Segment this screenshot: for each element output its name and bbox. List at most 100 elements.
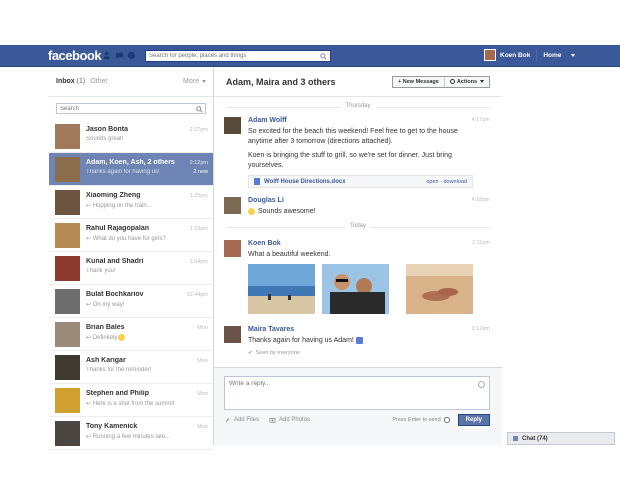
day-separator: Today	[226, 223, 490, 231]
thread-snippet: Thank you!	[86, 268, 116, 274]
sender-avatar[interactable]	[224, 197, 241, 214]
seen-status: ✔ Seen by everyone	[248, 350, 300, 356]
emoticon-icon[interactable]	[478, 381, 485, 388]
reply-input[interactable]	[225, 377, 470, 407]
thread-item[interactable]: Stephen and Philip ↩ Here is a shot from …	[49, 384, 213, 417]
paperclip-icon	[225, 418, 230, 422]
facebook-logo[interactable]: facebook	[48, 48, 102, 63]
add-photos-button[interactable]: Add Photos	[269, 417, 310, 423]
message-text: Sounds awesome!	[248, 207, 470, 217]
enter-to-send-checkbox[interactable]	[443, 417, 450, 423]
thread-name: Stephen and Philip	[86, 390, 150, 397]
message-time: 2:12pm	[471, 326, 490, 332]
thread-item[interactable]: Xiaoming Zheng ↩ Hopping on the train... …	[49, 186, 213, 219]
notification-jewels	[103, 51, 136, 60]
reply-button[interactable]: Reply	[457, 414, 490, 426]
enter-to-send-toggle[interactable]: Press Enter to send	[392, 417, 450, 423]
add-files-button[interactable]: Add Files	[224, 417, 259, 423]
tab-inbox[interactable]: Inbox (1)	[56, 78, 85, 85]
thread-name: Kunal and Shadri	[86, 258, 144, 265]
attachment-name[interactable]: Wolff House Directions.docx	[264, 179, 346, 185]
actions-button[interactable]: Actions	[445, 77, 489, 87]
sender-avatar[interactable]	[224, 117, 241, 134]
sender-avatar[interactable]	[224, 240, 241, 257]
attachment-actions[interactable]: open · download	[426, 179, 467, 185]
thread-item[interactable]: Jason Bonta Sounds great! 2:17pm	[49, 120, 213, 153]
thread-item[interactable]: Bulat Bochkariov ↩ On my way! 12:44pm	[49, 285, 213, 318]
document-icon	[254, 178, 260, 185]
thread-avatar	[55, 157, 80, 182]
thread-time: Mon	[197, 424, 208, 430]
chevron-down-icon	[202, 80, 206, 83]
message: Maira Tavares 2:12pm Thanks again for ha…	[224, 326, 490, 362]
message: Douglas Li 4:18pm Sounds awesome!	[224, 197, 490, 217]
thread-list: Jason Bonta Sounds great! 2:17pm Adam, Ko…	[49, 120, 213, 450]
thread-time: 1:25pm	[189, 193, 208, 199]
thread-snippet: ↩ What do you have for girls?	[86, 236, 166, 242]
thread-item[interactable]: Tony Kamenick ↩ Running a few minutes lat…	[49, 417, 213, 450]
top-bar: facebook Koen Bok Home	[0, 45, 620, 67]
thread-snippet: Thanks for the reminder!	[86, 367, 152, 373]
user-name-link[interactable]: Koen Bok	[500, 52, 530, 59]
thread-snippet: Sounds great!	[86, 136, 124, 142]
thread-time: Mon	[197, 391, 208, 397]
thread-item[interactable]: Kunal and Shadri Thank you! 1:04pm	[49, 252, 213, 285]
thread-avatar	[55, 124, 80, 149]
thread-snippet: ↩ Hopping on the train...	[86, 203, 152, 209]
thread-time: Mon	[197, 358, 208, 364]
messages-icon[interactable]	[115, 51, 124, 60]
sender-avatar[interactable]	[224, 326, 241, 343]
right-column	[502, 67, 620, 432]
more-dropdown[interactable]: More	[183, 78, 206, 85]
search-icon[interactable]	[320, 53, 327, 60]
conversation-header: Adam, Maira and 3 others + New Message A…	[214, 67, 502, 97]
chat-label: Chat (74)	[522, 435, 548, 442]
account-menu-chevron-icon[interactable]	[571, 53, 576, 57]
tab-other[interactable]: Other	[90, 78, 108, 85]
sender-name[interactable]: Koen Bok	[248, 240, 281, 247]
beach-photo[interactable]	[248, 264, 315, 314]
inbox-header: Inbox (1) Other More	[49, 67, 213, 97]
global-search[interactable]	[145, 50, 331, 62]
thread-item[interactable]: Rahul Rajagopalan ↩ What do you have for …	[49, 219, 213, 252]
sender-name[interactable]: Douglas Li	[248, 197, 284, 204]
thread-avatar	[55, 289, 80, 314]
thumbs-up-icon	[355, 336, 363, 344]
thread-item-selected[interactable]: Adam, Koen, Ash, 2 others Thanks again fo…	[49, 153, 213, 186]
thread-name: Xiaoming Zheng	[86, 192, 141, 199]
thread-avatar	[55, 322, 80, 347]
user-avatar[interactable]	[484, 49, 496, 61]
sender-name[interactable]: Adam Wolff	[248, 117, 287, 124]
thread-snippet: ↩ Here is a shot from the summit	[86, 401, 175, 407]
feet-in-sand-photo[interactable]	[406, 264, 473, 314]
thread-item[interactable]: Brian Bales ↩ Definitely Mon	[49, 318, 213, 351]
thread-name: Ash Karigar	[86, 357, 126, 364]
attachment[interactable]: Wolff House Directions.docx open · downl…	[248, 175, 473, 188]
friend-requests-icon[interactable]	[103, 51, 112, 60]
search-icon[interactable]	[196, 105, 203, 113]
reply-box[interactable]	[224, 376, 490, 410]
message: Adam Wolff 4:17pm So excited for the bea…	[224, 117, 490, 192]
chat-icon	[513, 436, 518, 441]
sender-name[interactable]: Maira Tavares	[248, 326, 294, 333]
thread-time: Mon	[197, 325, 208, 331]
new-count-badge: 2 new	[193, 169, 208, 175]
friends-photo[interactable]	[322, 264, 389, 314]
chevron-down-icon	[480, 80, 484, 83]
notifications-icon[interactable]	[127, 51, 136, 60]
home-link[interactable]: Home	[543, 52, 561, 59]
thread-avatar	[55, 355, 80, 380]
thread-search[interactable]	[56, 103, 206, 114]
thread-time: 12:44pm	[186, 292, 208, 298]
sunglasses-emoji-icon	[248, 207, 255, 215]
thread-item[interactable]: Ash Karigar Thanks for the reminder! Mon	[49, 351, 213, 384]
composer-footer: Add Files Add Photos Press Enter to send…	[224, 414, 490, 426]
global-search-input[interactable]	[149, 53, 319, 59]
chat-sidebar-toggle[interactable]: Chat (74)	[507, 432, 615, 445]
thread-list-pane: Inbox (1) Other More Jason Bonta Sounds g…	[49, 67, 214, 450]
thread-avatar	[55, 256, 80, 281]
message-text: What a beautiful weekend.	[248, 251, 331, 258]
thread-search-input[interactable]	[57, 104, 187, 114]
new-message-button[interactable]: + New Message	[393, 76, 445, 87]
day-separator: Thursday	[226, 103, 490, 111]
